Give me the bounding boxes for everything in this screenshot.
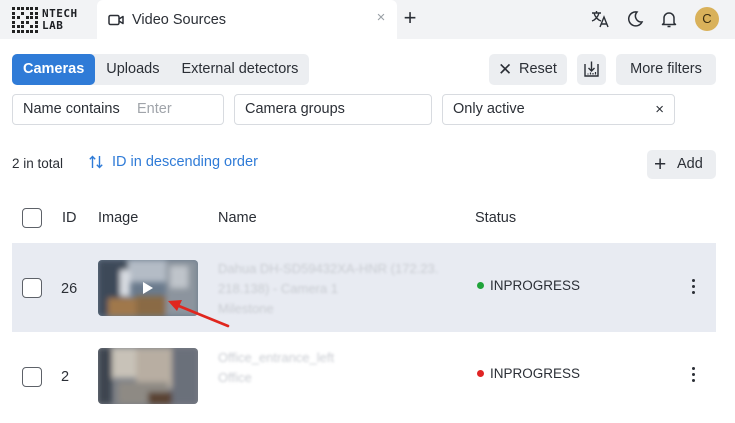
logo-text: NTECH LAB — [42, 8, 78, 32]
sort-toggle[interactable]: ID in descending order — [88, 154, 258, 170]
translate-icon[interactable] — [590, 9, 610, 29]
only-active-select[interactable]: Only active × — [442, 94, 675, 125]
camera-group-line: Milestone — [218, 301, 274, 316]
add-button[interactable]: + Add — [647, 150, 716, 179]
header-name[interactable]: Name — [218, 210, 257, 226]
reset-label: Reset — [519, 61, 557, 77]
status-text: INPROGRESS — [490, 366, 581, 381]
camera-name-line-2: 218.138) - Camera 1 — [218, 281, 338, 296]
plus-icon: + — [654, 153, 667, 176]
reset-button[interactable]: ✕ Reset — [489, 54, 567, 85]
new-tab-button[interactable]: + — [401, 7, 419, 29]
bell-icon[interactable] — [659, 9, 679, 29]
row-menu-icon[interactable] — [689, 365, 699, 385]
add-label: Add — [677, 156, 703, 172]
name-contains-placeholder: Enter — [137, 101, 172, 117]
clear-filter-icon[interactable]: × — [655, 95, 664, 124]
video-camera-icon — [108, 14, 124, 25]
camera-name-line-1: Dahua DH-SD59432XA-HNR (172.23. — [218, 261, 439, 276]
play-icon[interactable] — [142, 281, 154, 295]
camera-name-line-1: Office_entrance_left — [218, 350, 335, 365]
user-avatar[interactable]: C — [695, 7, 719, 31]
thumbnail-image — [98, 348, 198, 404]
tab-video-sources[interactable]: Video Sources × — [97, 0, 397, 39]
camera-groups-label: Camera groups — [245, 101, 345, 117]
status-text: INPROGRESS — [490, 278, 581, 293]
header-image: Image — [98, 210, 139, 226]
source-type-tabs: Cameras Uploads External detectors — [12, 54, 310, 85]
name-contains-label: Name contains — [23, 101, 120, 117]
status-badge: INPROGRESS — [477, 366, 580, 381]
camera-groups-select[interactable]: Camera groups — [234, 94, 432, 125]
select-all-checkbox[interactable] — [22, 208, 42, 228]
status-dot-icon — [477, 282, 484, 289]
tab-cameras[interactable]: Cameras — [12, 54, 96, 85]
header-id[interactable]: ID — [62, 210, 77, 226]
sort-label: ID in descending order — [112, 154, 258, 170]
export-button[interactable] — [577, 54, 606, 85]
camera-name: Dahua DH-SD59432XA-HNR (172.23. 218.138)… — [218, 259, 438, 319]
tab-title: Video Sources — [132, 11, 227, 28]
tab-external-detectors[interactable]: External detectors — [170, 54, 309, 85]
status-dot-icon — [477, 370, 484, 377]
status-badge: INPROGRESS — [477, 278, 580, 293]
row-id: 26 — [61, 281, 78, 297]
sort-arrows-icon — [89, 155, 103, 169]
row-id: 2 — [61, 369, 70, 385]
logo-line-2: LAB — [41, 19, 64, 32]
moon-icon[interactable] — [625, 9, 645, 29]
camera-group-line: Office — [218, 370, 252, 385]
tab-uploads[interactable]: Uploads — [95, 54, 170, 85]
header-status[interactable]: Status — [475, 210, 516, 226]
top-bar: NTECH LAB Video Sources × + C — [0, 0, 735, 39]
tab-close-icon[interactable]: × — [374, 10, 388, 25]
total-count: 2 in total — [12, 156, 64, 171]
download-report-icon — [584, 61, 599, 77]
only-active-label: Only active — [453, 101, 525, 117]
row-checkbox[interactable] — [22, 278, 42, 298]
logo-grid-icon — [12, 7, 38, 33]
camera-name: Office_entrance_left Office — [218, 348, 334, 388]
row-checkbox[interactable] — [22, 367, 42, 387]
close-icon: ✕ — [498, 60, 513, 79]
camera-thumbnail[interactable] — [98, 348, 198, 404]
more-filters-button[interactable]: More filters — [616, 54, 716, 85]
ntechlab-logo[interactable]: NTECH LAB — [12, 5, 77, 35]
row-menu-icon[interactable] — [689, 277, 699, 297]
name-contains-filter[interactable]: Name contains Enter — [12, 94, 224, 125]
